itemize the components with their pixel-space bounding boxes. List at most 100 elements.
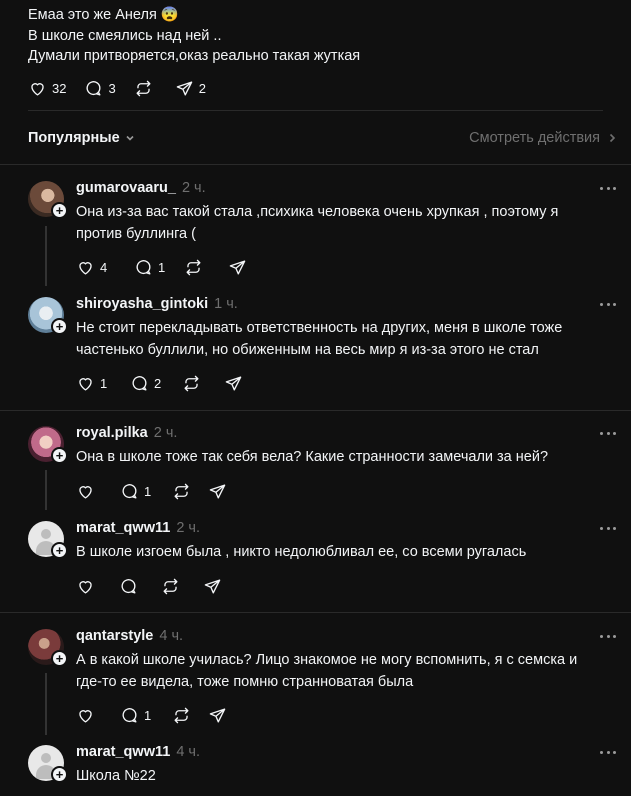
repost-icon bbox=[184, 375, 199, 391]
comment-time: 2 ч. bbox=[176, 520, 200, 536]
chevron-down-icon bbox=[126, 135, 134, 141]
comment-icon bbox=[132, 375, 147, 391]
divider bbox=[0, 410, 631, 411]
reply-count: 1 bbox=[144, 483, 152, 499]
share-count: 2 bbox=[198, 80, 206, 96]
comment-actions: 4 1 bbox=[76, 257, 247, 277]
comment-time: 2 ч. bbox=[181, 180, 206, 196]
reply-button[interactable]: 1 bbox=[120, 482, 172, 501]
like-count: 1 bbox=[100, 375, 108, 391]
share-button[interactable] bbox=[224, 374, 243, 393]
follow-plus-icon[interactable]: + bbox=[51, 650, 68, 667]
repost-button[interactable] bbox=[172, 706, 208, 725]
repost-button[interactable] bbox=[182, 374, 224, 393]
comment-text: Не стоит перекладывать ответственность н… bbox=[76, 320, 563, 358]
like-button[interactable]: 4 bbox=[76, 258, 134, 277]
comment-username[interactable]: gumarovaaru_ 2 ч. bbox=[76, 180, 206, 196]
reply-count: 2 bbox=[154, 375, 162, 391]
avatar[interactable]: + bbox=[28, 629, 68, 667]
share-button[interactable] bbox=[208, 706, 227, 725]
like-button[interactable] bbox=[76, 577, 119, 596]
comment-actions bbox=[76, 576, 222, 596]
more-options-icon[interactable] bbox=[600, 525, 616, 531]
like-button[interactable] bbox=[76, 482, 120, 501]
like-button[interactable]: 1 bbox=[76, 374, 130, 393]
share-button[interactable] bbox=[208, 482, 227, 501]
reply-button[interactable]: 1 bbox=[134, 258, 184, 277]
reply-button[interactable]: 3 bbox=[84, 79, 116, 98]
reply-button[interactable]: 2 bbox=[130, 374, 182, 393]
comment-icon bbox=[122, 483, 137, 499]
reply-button[interactable] bbox=[119, 577, 161, 596]
thread-line bbox=[45, 226, 47, 286]
comment-username[interactable]: qantarstyle 4 ч. bbox=[76, 628, 183, 644]
like-button[interactable] bbox=[76, 706, 120, 725]
follow-plus-icon[interactable]: + bbox=[51, 542, 68, 559]
more-options-icon[interactable] bbox=[600, 301, 616, 307]
follow-plus-icon[interactable]: + bbox=[51, 447, 68, 464]
more-options-icon[interactable] bbox=[600, 185, 616, 191]
avatar[interactable]: + bbox=[28, 521, 68, 559]
heart-icon bbox=[79, 580, 92, 594]
repost-button[interactable] bbox=[172, 482, 208, 501]
comment-username[interactable]: royal.pilka 2 ч. bbox=[76, 425, 177, 441]
repost-button[interactable] bbox=[161, 577, 203, 596]
comment-icon bbox=[121, 578, 136, 594]
share-button[interactable] bbox=[203, 577, 222, 596]
share-button[interactable]: 2 bbox=[175, 79, 206, 98]
heart-icon bbox=[31, 82, 44, 96]
comment-actions: 1 2 bbox=[76, 373, 243, 393]
share-button[interactable] bbox=[228, 258, 247, 277]
comment-actions: 1 bbox=[76, 705, 227, 725]
view-activity-label: Смотреть действия bbox=[469, 130, 600, 146]
comment-text: Школа №22 bbox=[76, 768, 156, 784]
comment-text: А в какой школе училась? Лицо знакомое н… bbox=[76, 652, 578, 690]
avatar[interactable]: + bbox=[28, 297, 68, 335]
comment-username[interactable]: shiroyasha_gintoki 1 ч. bbox=[76, 296, 238, 312]
comment-username[interactable]: marat_qww11 2 ч. bbox=[76, 520, 200, 536]
thread-line bbox=[45, 673, 47, 735]
post-text: Емаа это же Анеля 😨 В школе смеялись над… bbox=[28, 5, 360, 67]
post-line: В школе смеялись над ней .. bbox=[28, 27, 222, 44]
comment-time: 2 ч. bbox=[153, 425, 178, 441]
heart-icon bbox=[79, 377, 92, 391]
like-button[interactable]: 32 bbox=[28, 79, 66, 98]
repost-icon bbox=[136, 80, 151, 96]
comment-icon bbox=[86, 80, 101, 96]
send-icon bbox=[176, 80, 193, 96]
more-options-icon[interactable] bbox=[600, 749, 616, 755]
post-actions: 32 3 2 bbox=[28, 78, 206, 98]
heart-icon bbox=[79, 709, 92, 723]
repost-icon bbox=[163, 578, 178, 594]
heart-icon bbox=[79, 485, 92, 499]
view-activity-link[interactable]: Смотреть действия bbox=[469, 130, 618, 146]
comment-icon bbox=[136, 259, 151, 275]
follow-plus-icon[interactable]: + bbox=[51, 766, 68, 783]
repost-button[interactable] bbox=[184, 258, 228, 277]
comment-username[interactable]: marat_qww11 4 ч. bbox=[76, 744, 200, 760]
reply-button[interactable]: 1 bbox=[120, 706, 172, 725]
avatar[interactable]: + bbox=[28, 426, 68, 464]
reply-count: 1 bbox=[144, 707, 152, 723]
like-count: 32 bbox=[52, 80, 67, 96]
repost-icon bbox=[174, 707, 189, 723]
follow-plus-icon[interactable]: + bbox=[51, 318, 68, 335]
comment-text: Она в школе тоже так себя вела? Какие ст… bbox=[76, 449, 549, 465]
avatar[interactable]: + bbox=[28, 181, 68, 219]
comment-text: Она из-за вас такой стала ,психика челов… bbox=[76, 204, 559, 242]
thread-line bbox=[45, 470, 47, 510]
send-icon bbox=[209, 707, 226, 723]
comment-time: 4 ч. bbox=[159, 628, 184, 644]
avatar[interactable]: + bbox=[28, 745, 68, 783]
more-options-icon[interactable] bbox=[600, 633, 616, 639]
like-count: 4 bbox=[100, 259, 108, 275]
follow-plus-icon[interactable]: + bbox=[51, 202, 68, 219]
comment-time: 4 ч. bbox=[176, 744, 200, 760]
repost-button[interactable] bbox=[134, 79, 153, 98]
more-options-icon[interactable] bbox=[600, 430, 616, 436]
heart-icon bbox=[79, 261, 92, 275]
comment-actions: 1 bbox=[76, 481, 227, 501]
send-icon bbox=[209, 483, 226, 499]
sort-dropdown[interactable]: Популярные bbox=[28, 130, 136, 146]
repost-icon bbox=[174, 483, 189, 499]
